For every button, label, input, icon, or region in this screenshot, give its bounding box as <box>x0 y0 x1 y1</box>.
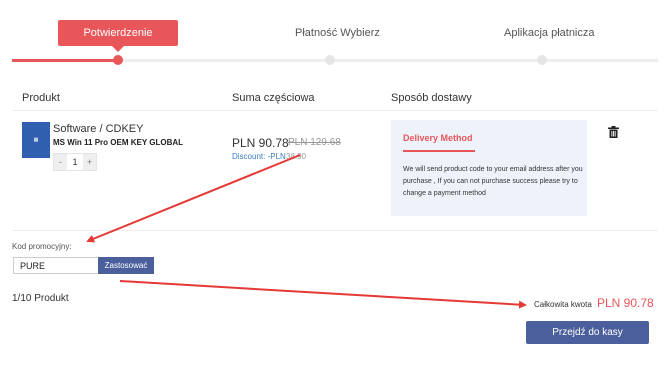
quantity-decrease-button[interactable]: - <box>54 154 67 170</box>
product-thumbnail[interactable]: ▦ <box>22 122 50 158</box>
column-header-delivery: Sposób dostawy <box>391 92 472 104</box>
step-dot-2 <box>325 55 335 65</box>
header-divider <box>12 110 658 111</box>
step-payment-choose: Płatność Wybierz <box>295 27 380 39</box>
total-value: PLN 90.78 <box>597 296 654 310</box>
trash-icon[interactable] <box>608 125 619 138</box>
product-old-price: PLN 129.68 <box>288 137 341 148</box>
promo-code-label: Kod promocyjny: <box>12 242 72 251</box>
delivery-title-underline <box>403 150 475 152</box>
delivery-method-title: Delivery Method <box>403 133 473 143</box>
arrow-to-promo <box>86 154 301 243</box>
product-count: 1/10 Produkt <box>12 293 69 304</box>
product-category: Software / CDKEY <box>53 123 144 135</box>
total-label: Całkowita kwota <box>534 300 592 309</box>
step-order-confirmation: Potwierdzenie zamówienia <box>58 20 178 65</box>
row-divider <box>12 230 658 231</box>
promo-code-input[interactable]: PURE <box>13 257 97 274</box>
discount-value: 38.90 <box>286 152 307 161</box>
quantity-stepper: - 1 + <box>53 153 97 171</box>
quantity-increase-button[interactable]: + <box>83 154 96 170</box>
discount-label: Discount: -PLN <box>232 152 286 161</box>
product-name[interactable]: MS Win 11 Pro OEM KEY GLOBAL <box>53 138 183 147</box>
arrow-to-total <box>119 280 527 309</box>
step-dot-1 <box>113 55 123 65</box>
delivery-method-text: We will send product code to your email … <box>403 166 583 197</box>
product-price: PLN 90.78 <box>232 136 289 150</box>
checkout-button[interactable]: Przejdź do kasy <box>526 321 649 344</box>
step-payment-app: Aplikacja płatnicza <box>504 27 595 39</box>
step-dot-3 <box>537 55 547 65</box>
windows-logo-icon: ▦ <box>33 137 39 143</box>
column-header-subtotal: Suma częściowa <box>232 92 315 104</box>
apply-promo-button[interactable]: Zastosować <box>98 257 154 274</box>
progress-fill <box>12 59 118 62</box>
column-header-product: Produkt <box>22 92 60 104</box>
delivery-method-box: Delivery Method We will send product cod… <box>391 120 587 216</box>
quantity-value[interactable]: 1 <box>67 154 83 170</box>
